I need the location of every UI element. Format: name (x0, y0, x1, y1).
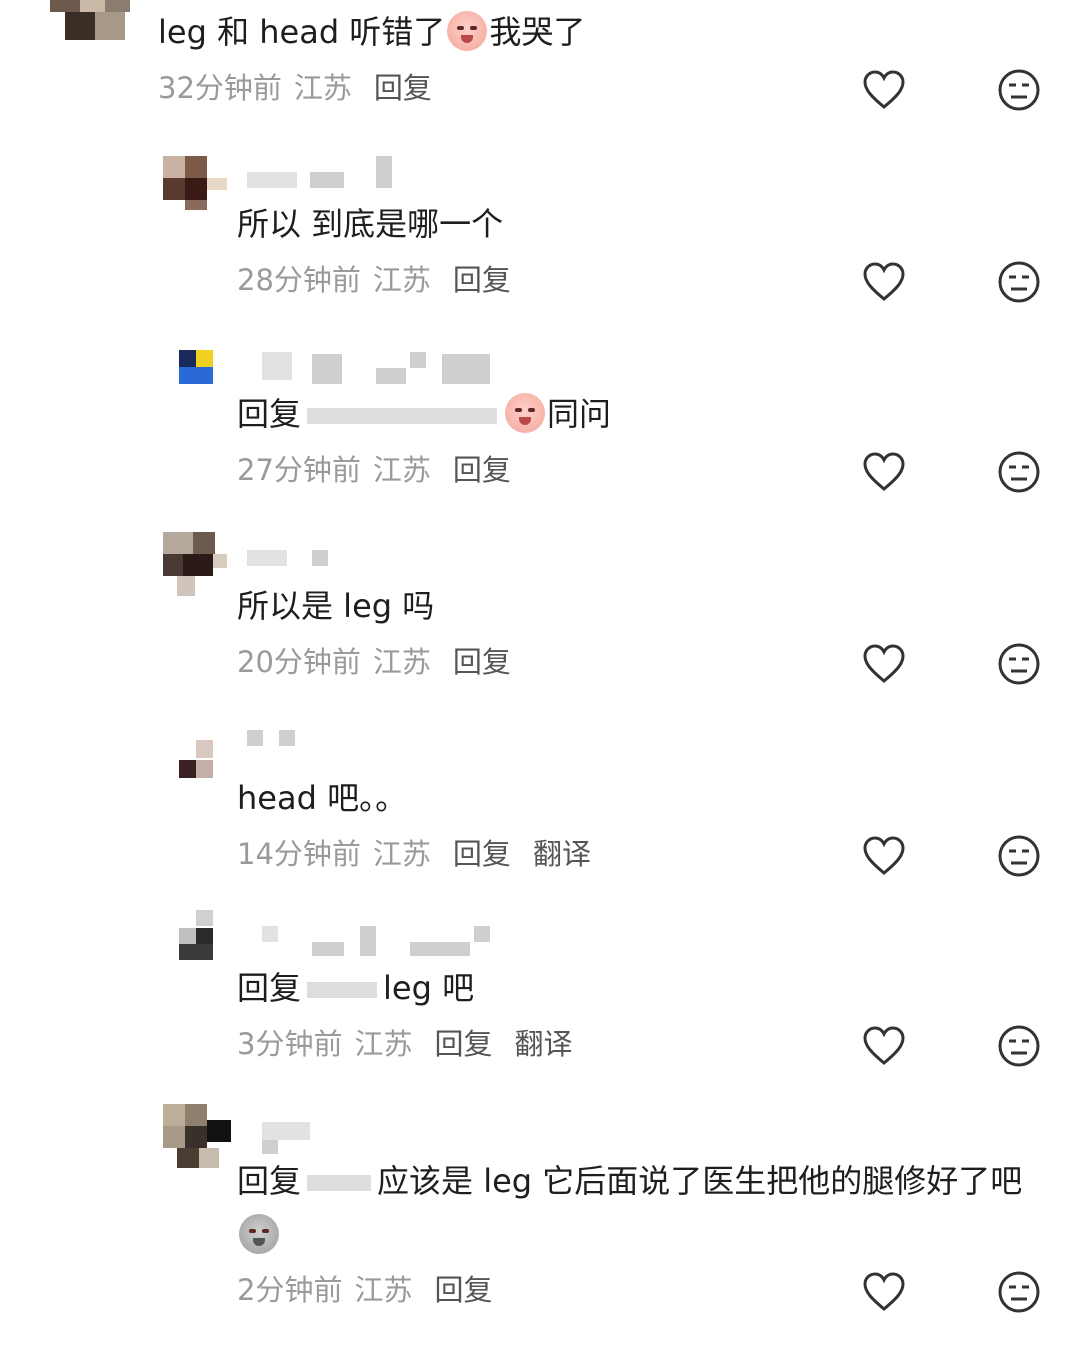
like-heart-icon[interactable] (862, 836, 906, 876)
neutral-face-icon[interactable] (997, 1270, 1041, 1314)
mention-blurred[interactable] (307, 1175, 372, 1191)
reply-button[interactable]: 回复 (453, 645, 511, 679)
timestamp: 20分钟前 (237, 645, 361, 679)
timestamp: 14分钟前 (237, 837, 361, 871)
comment-text: 所以是 leg 吗 (237, 587, 435, 625)
location: 江苏 (293, 71, 352, 105)
avatar[interactable] (179, 740, 213, 778)
comment-text: head 吧。。 (237, 779, 408, 817)
comment-text: leg 和 head 听错了 我哭了 (158, 11, 586, 51)
comment-item: leg 和 head 听错了 我哭了 32分钟前 江苏 回复 (0, 0, 1080, 120)
timestamp: 3分钟前 (237, 1027, 343, 1061)
like-heart-icon[interactable] (862, 1026, 906, 1066)
avatar[interactable] (179, 350, 213, 384)
location: 江苏 (372, 263, 431, 297)
comment-meta: 2分钟前 江苏 回复 (237, 1270, 492, 1310)
timestamp: 28分钟前 (237, 263, 361, 297)
neutral-face-icon[interactable] (997, 260, 1041, 304)
location: 江苏 (372, 645, 431, 679)
comment-text: 回复 leg 吧 (237, 969, 475, 1007)
avatar[interactable] (163, 156, 227, 220)
timestamp: 27分钟前 (237, 453, 361, 487)
reply-button[interactable]: 回复 (453, 453, 511, 487)
reply-prefix: 回复 (237, 969, 302, 1007)
comment-meta: 14分钟前 江苏 回复 翻译 (237, 834, 591, 874)
crying-emoji-icon (505, 393, 546, 433)
reply-item: 所以 到底是哪一个 28分钟前 江苏 回复 (0, 150, 1080, 310)
location: 江苏 (354, 1027, 413, 1061)
avatar[interactable] (163, 1104, 231, 1168)
sad-gray-emoji-icon (239, 1214, 279, 1254)
location: 江苏 (372, 453, 431, 487)
reply-item: 回复 leg 吧 3分钟前 江苏 回复 翻译 (0, 906, 1080, 1076)
comment-meta: 32分钟前 江苏 回复 (158, 68, 432, 108)
reply-item: head 吧。。 14分钟前 江苏 回复 翻译 (0, 722, 1080, 882)
avatar[interactable] (179, 910, 213, 960)
like-heart-icon[interactable] (862, 70, 906, 110)
neutral-face-icon[interactable] (997, 450, 1041, 494)
comment-meta: 27分钟前 江苏 回复 (237, 450, 511, 490)
reply-button[interactable]: 回复 (434, 1273, 492, 1307)
neutral-face-icon[interactable] (997, 642, 1041, 686)
avatar[interactable] (163, 532, 227, 596)
reply-item: 所以是 leg 吗 20分钟前 江苏 回复 (0, 530, 1080, 690)
neutral-face-icon[interactable] (997, 834, 1041, 878)
comment-text: 所以 到底是哪一个 (237, 205, 504, 243)
comment-meta: 28分钟前 江苏 回复 (237, 260, 511, 300)
comment-text: 回复 应该是 leg 它后面说了医生把他的腿修好了吧 (237, 1154, 1047, 1262)
like-heart-icon[interactable] (862, 644, 906, 684)
comment-meta: 20分钟前 江苏 回复 (237, 642, 511, 682)
like-heart-icon[interactable] (862, 1272, 906, 1312)
comment-meta: 3分钟前 江苏 回复 翻译 (237, 1024, 573, 1064)
location: 江苏 (372, 837, 431, 871)
translate-button[interactable]: 翻译 (533, 837, 591, 871)
timestamp: 32分钟前 (158, 71, 282, 105)
reply-button[interactable]: 回复 (374, 71, 432, 105)
reply-button[interactable]: 回复 (434, 1027, 492, 1061)
translate-button[interactable]: 翻译 (514, 1027, 572, 1061)
crying-emoji-icon (447, 11, 488, 51)
reply-item: 回复 同问 27分钟前 江苏 回复 (0, 340, 1080, 500)
reply-prefix: 回复 (237, 395, 302, 433)
comment-text: 回复 同问 (237, 393, 612, 433)
reply-button[interactable]: 回复 (453, 837, 511, 871)
like-heart-icon[interactable] (862, 262, 906, 302)
reply-button[interactable]: 回复 (453, 263, 511, 297)
avatar[interactable] (50, 0, 130, 40)
neutral-face-icon[interactable] (997, 1024, 1041, 1068)
location: 江苏 (354, 1273, 413, 1307)
like-heart-icon[interactable] (862, 452, 906, 492)
mention-blurred[interactable] (307, 982, 378, 998)
neutral-face-icon[interactable] (997, 68, 1041, 112)
timestamp: 2分钟前 (237, 1273, 343, 1307)
reply-prefix: 回复 (237, 1162, 302, 1200)
reply-item: 回复 应该是 leg 它后面说了医生把他的腿修好了吧 2分钟前 江苏 回复 (0, 1100, 1080, 1330)
mention-blurred[interactable] (307, 408, 498, 424)
